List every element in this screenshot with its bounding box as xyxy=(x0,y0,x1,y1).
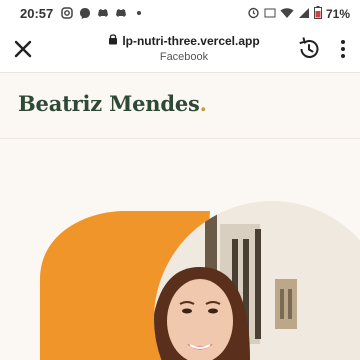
site-header: Beatriz Mendes. xyxy=(0,73,360,139)
status-system-icons: 71% xyxy=(247,6,350,22)
history-icon xyxy=(299,37,319,58)
instagram-icon xyxy=(61,7,73,19)
close-icon xyxy=(14,40,32,58)
url-display[interactable]: lp-nutri-three.vercel.app Facebook xyxy=(100,33,268,63)
close-button[interactable] xyxy=(10,36,36,62)
discord-icon xyxy=(97,7,109,19)
status-bar: 20:57 71% xyxy=(0,0,360,28)
history-button[interactable] xyxy=(296,36,322,62)
more-options-button[interactable] xyxy=(338,38,348,60)
status-time: 20:57 xyxy=(20,6,54,21)
in-app-browser-toolbar: lp-nutri-three.vercel.app Facebook xyxy=(0,28,360,73)
more-vert-icon xyxy=(341,40,345,58)
signal-icon xyxy=(298,7,310,22)
hero-portrait-image xyxy=(40,201,360,360)
battery-icon xyxy=(313,6,322,22)
brand-dot: . xyxy=(199,91,207,116)
messenger-icon xyxy=(79,7,91,19)
hero-section xyxy=(0,139,360,360)
lock-icon xyxy=(108,33,118,48)
battery-percent: 71% xyxy=(325,7,350,21)
alarm-icon xyxy=(247,6,260,22)
wifi-icon xyxy=(280,7,294,22)
volte-icon xyxy=(264,7,276,22)
notification-dot-icon xyxy=(133,7,145,19)
url-text: lp-nutri-three.vercel.app xyxy=(122,33,260,48)
url-subtitle: Facebook xyxy=(159,51,209,63)
brand-name: Beatriz Mendes xyxy=(18,91,200,116)
discord-icon xyxy=(115,7,127,19)
brand-logo[interactable]: Beatriz Mendes. xyxy=(18,91,207,116)
status-notification-icons xyxy=(61,7,145,19)
